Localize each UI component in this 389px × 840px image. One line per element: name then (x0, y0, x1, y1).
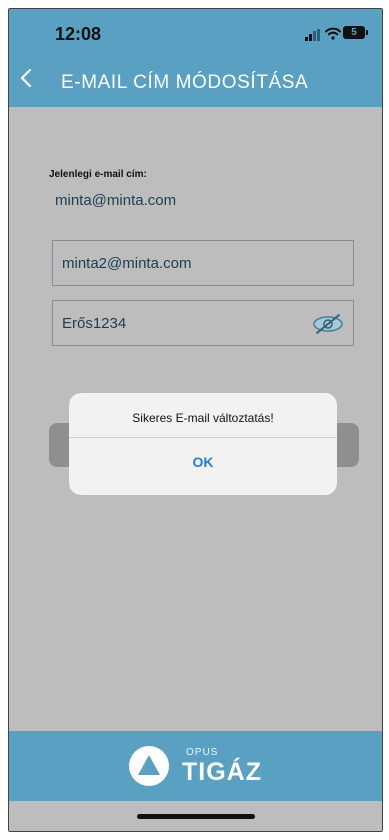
back-icon[interactable] (19, 67, 33, 96)
current-email-value: minta@minta.com (55, 192, 177, 209)
brand-large-text: TIGÁZ (182, 758, 262, 786)
current-email-label: Jelenlegi e-mail cím: (49, 169, 147, 180)
eye-slash-icon[interactable] (311, 313, 345, 335)
bottom-bar (9, 801, 382, 831)
new-email-field[interactable] (52, 240, 354, 286)
dialog-ok-button[interactable]: OK (69, 438, 337, 495)
phone-frame: 12:08 5 E-MAIL CÍM MÓDOSÍTÁSA Jelenlegi … (8, 8, 383, 832)
password-field[interactable] (52, 300, 354, 346)
home-indicator[interactable] (137, 814, 255, 819)
wifi-icon (325, 27, 341, 43)
battery-icon: 5 (343, 26, 368, 39)
app-header: E-MAIL CÍM MÓDOSÍTÁSA (9, 59, 382, 107)
page-title: E-MAIL CÍM MÓDOSÍTÁSA (61, 72, 309, 93)
main-content: Jelenlegi e-mail cím: minta@minta.com Si… (9, 107, 382, 731)
password-input[interactable] (53, 301, 353, 345)
logo-icon (127, 744, 171, 788)
success-dialog: Sikeres E-mail változtatás! OK (69, 393, 337, 495)
signal-icon (305, 29, 321, 41)
brand-small-text: OPUS (186, 747, 219, 758)
new-email-input[interactable] (53, 241, 353, 285)
dialog-message: Sikeres E-mail változtatás! (132, 411, 274, 425)
status-time: 12:08 (55, 24, 102, 44)
status-bar: 12:08 5 (9, 9, 382, 59)
footer-brand-bar: OPUS TIGÁZ (9, 731, 382, 801)
